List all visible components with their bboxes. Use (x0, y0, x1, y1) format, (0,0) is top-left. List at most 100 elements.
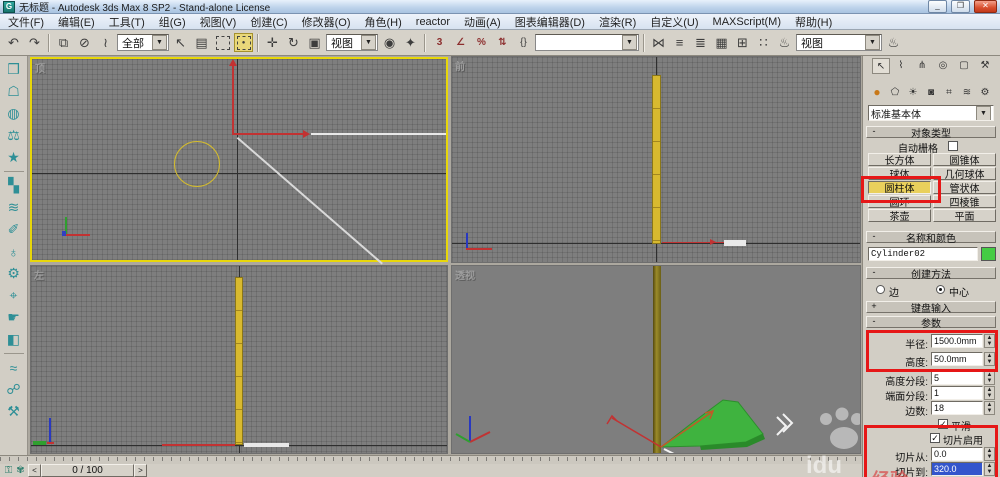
reactor-book-icon[interactable]: ◧ (3, 329, 25, 350)
time-next-button[interactable]: > (134, 464, 147, 477)
height-segments-spinner[interactable]: ▲ ▼ (984, 371, 995, 385)
reactor-checker-icon[interactable]: ▚ (3, 175, 25, 196)
cap-segments-field[interactable]: 1 (931, 386, 983, 400)
button-teapot[interactable]: 茶壶 (868, 209, 931, 223)
height-segments-field[interactable]: 5 (931, 371, 983, 385)
viewport-front[interactable]: 前 (451, 56, 861, 263)
viewport-perspective[interactable]: 透视 (451, 265, 861, 454)
menu-edit[interactable]: 编辑(E) (58, 14, 95, 30)
select-move-icon[interactable]: ✛ (263, 33, 282, 52)
reactor-water-icon[interactable]: ≈ (3, 357, 25, 378)
height-field[interactable]: 50.0mm (931, 352, 983, 366)
undo-icon[interactable]: ↶ (4, 33, 23, 52)
reactor-star-icon[interactable]: ★ (3, 147, 25, 168)
sides-field[interactable]: 18 (931, 401, 983, 415)
slice-to-field[interactable]: 320.0 (931, 462, 983, 476)
menu-tools[interactable]: 工具(T) (109, 14, 145, 30)
button-box[interactable]: 长方体 (868, 153, 931, 167)
select-rotate-icon[interactable]: ↻ (284, 33, 303, 52)
button-cone[interactable]: 圆锥体 (933, 153, 996, 167)
reactor-wind-icon[interactable]: ⌖ (3, 285, 25, 306)
time-prev-button[interactable]: < (28, 464, 41, 477)
viewport-top[interactable]: 顶 (30, 57, 448, 265)
menu-views[interactable]: 视图(V) (200, 14, 237, 30)
category-systems-icon[interactable]: ⚙ (977, 85, 993, 99)
category-shapes-icon[interactable]: ⬠ (887, 85, 903, 99)
menu-reactor[interactable]: reactor (416, 16, 450, 28)
button-sphere[interactable]: 球体 (868, 167, 931, 181)
slice-from-spinner[interactable]: ▲ ▼ (984, 447, 995, 461)
cap-segments-spinner[interactable]: ▲ ▼ (984, 386, 995, 400)
selection-filter-dropdown[interactable]: 全部 ▼ (117, 34, 169, 51)
reactor-sphere-icon[interactable]: ◍ (3, 103, 25, 124)
reactor-capsule-icon[interactable]: ✐ (3, 219, 25, 240)
rollout-parameters[interactable]: 参数 (866, 316, 996, 330)
layer-manager-icon[interactable]: ≣ (691, 33, 710, 52)
primitive-category-dropdown[interactable]: 标准基本体 ▼ (868, 105, 994, 121)
restore-button[interactable]: ❐ (951, 0, 970, 13)
named-selection-dropdown[interactable]: ▼ (535, 34, 639, 51)
tab-modify[interactable]: ⌇ (893, 58, 909, 72)
render-scene-icon[interactable]: ♨ (775, 33, 794, 52)
reactor-utility-icon[interactable]: ⚒ (3, 401, 25, 422)
menu-help[interactable]: 帮助(H) (795, 14, 832, 30)
percent-snap-icon[interactable]: % (472, 33, 491, 52)
radio-edge[interactable] (876, 285, 885, 294)
reactor-gear-icon[interactable]: ⚙ (3, 263, 25, 284)
slice-on-checkbox[interactable]: ✓ (930, 433, 940, 443)
key-filter-icon[interactable]: ✾ (15, 465, 26, 476)
use-pivot-center-icon[interactable]: ◉ (380, 33, 399, 52)
viewport-left[interactable]: 左 (30, 265, 448, 454)
button-geosphere[interactable]: 几何球体 (933, 167, 996, 181)
time-slider-handle[interactable]: 0 / 100 (41, 464, 134, 477)
reactor-spring-icon[interactable]: ≋ (3, 197, 25, 218)
height-spinner[interactable]: ▲ ▼ (984, 352, 995, 366)
align-icon[interactable]: ≡ (670, 33, 689, 52)
reference-coordinate-dropdown[interactable]: 视图 ▼ (326, 34, 378, 51)
render-type-dropdown[interactable]: 视图 ▼ (796, 34, 882, 51)
button-plane[interactable]: 平面 (933, 209, 996, 223)
tab-display[interactable]: ▢ (956, 58, 972, 72)
radius-spinner[interactable]: ▲ ▼ (984, 334, 995, 348)
reactor-constraint-icon[interactable]: ⚖ (3, 125, 25, 146)
reactor-solver-icon[interactable]: ☍ (3, 379, 25, 400)
tab-create[interactable]: ↖ (872, 58, 890, 74)
window-crossing-toggle-icon[interactable]: ● (234, 33, 253, 52)
autogrid-checkbox[interactable] (948, 141, 958, 151)
button-pyramid[interactable]: 四棱锥 (933, 195, 996, 209)
radius-field[interactable]: 1500.0mm (931, 334, 983, 348)
radio-center[interactable] (936, 285, 945, 294)
named-selection-icon[interactable]: {} (514, 33, 533, 52)
redo-icon[interactable]: ↷ (25, 33, 44, 52)
tab-utilities[interactable]: ⚒ (977, 58, 993, 72)
bind-spacewarp-icon[interactable]: ≀ (96, 33, 115, 52)
menu-animation[interactable]: 动画(A) (464, 14, 501, 30)
menu-group[interactable]: 组(G) (159, 14, 186, 30)
minimize-button[interactable]: _ (928, 0, 947, 13)
spinner-snap-icon[interactable]: ⇅ (493, 33, 512, 52)
angle-snap-icon[interactable]: ∠ (451, 33, 470, 52)
reactor-plane-icon[interactable]: ♁ (3, 241, 25, 262)
rollout-creation-method[interactable]: 创建方法 (866, 267, 996, 281)
object-name-input[interactable]: Cylinder02 (868, 247, 978, 261)
material-editor-icon[interactable]: ∷ (754, 33, 773, 52)
tab-hierarchy[interactable]: ⋔ (914, 58, 930, 72)
select-scale-icon[interactable]: ▣ (305, 33, 324, 52)
close-button[interactable]: ✕ (974, 0, 997, 13)
unlink-icon[interactable]: ⊘ (75, 33, 94, 52)
select-object-icon[interactable]: ↖ (171, 33, 190, 52)
menu-modifiers[interactable]: 修改器(O) (302, 14, 351, 30)
reactor-hand-icon[interactable]: ☛ (3, 307, 25, 328)
schematic-view-icon[interactable]: ⊞ (733, 33, 752, 52)
menu-rendering[interactable]: 渲染(R) (599, 14, 636, 30)
button-torus[interactable]: 圆环 (868, 195, 931, 209)
menu-file[interactable]: 文件(F) (8, 14, 44, 30)
category-spacewarps-icon[interactable]: ≋ (959, 85, 975, 99)
rollout-name-color[interactable]: 名称和颜色 (866, 231, 996, 245)
reactor-rigid-body-icon[interactable]: ❒ (3, 59, 25, 80)
select-by-name-icon[interactable]: ▤ (192, 33, 211, 52)
select-manipulate-icon[interactable]: ✦ (401, 33, 420, 52)
menu-character[interactable]: 角色(H) (365, 14, 402, 30)
category-cameras-icon[interactable]: ◙ (923, 85, 939, 99)
rollout-object-type[interactable]: 对象类型 (866, 126, 996, 140)
